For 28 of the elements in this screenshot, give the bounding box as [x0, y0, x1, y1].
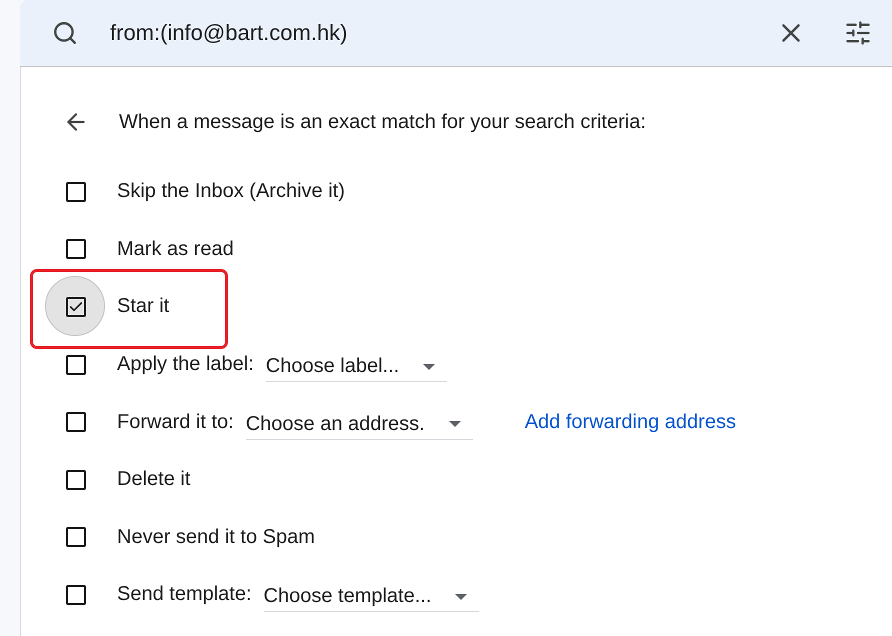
option-label: Forward it to:	[117, 410, 234, 434]
option-label: Apply the label:	[117, 353, 254, 376]
dropdown[interactable]: Choose template...	[264, 581, 480, 612]
option-label: Delete it	[117, 468, 190, 492]
checkbox[interactable]	[66, 412, 86, 432]
sliders-icon[interactable]	[844, 19, 872, 47]
dropdown[interactable]: Choose label...	[266, 351, 448, 382]
checkbox[interactable]	[66, 239, 86, 260]
checkbox[interactable]	[66, 296, 86, 317]
option-label: Never send it to Spam	[117, 526, 315, 549]
search-query: from:(info@bart.com.hk)	[110, 20, 348, 46]
checkbox[interactable]	[66, 470, 86, 490]
filter-heading: When a message is an exact match for your search criteria:	[119, 110, 646, 134]
option-label: Star it	[117, 295, 170, 318]
checkbox[interactable]	[66, 584, 86, 605]
search-icon[interactable]	[52, 20, 78, 46]
caret-icon	[448, 421, 461, 428]
caret-icon	[455, 594, 468, 600]
option-label: Send template:	[117, 583, 252, 606]
checkbox[interactable]	[66, 182, 86, 202]
checkbox[interactable]	[66, 354, 86, 375]
caret-icon	[423, 364, 436, 370]
checkbox[interactable]	[66, 527, 86, 548]
option-label: Mark as read	[117, 238, 234, 261]
option-label: Skip the Inbox (Archive it)	[117, 180, 345, 204]
add-forwarding-link[interactable]: Add forwarding address	[524, 410, 736, 434]
dropdown[interactable]: Choose an address.	[246, 408, 473, 440]
search-field[interactable]: from:(info@bart.com.hk)	[20, 0, 892, 67]
